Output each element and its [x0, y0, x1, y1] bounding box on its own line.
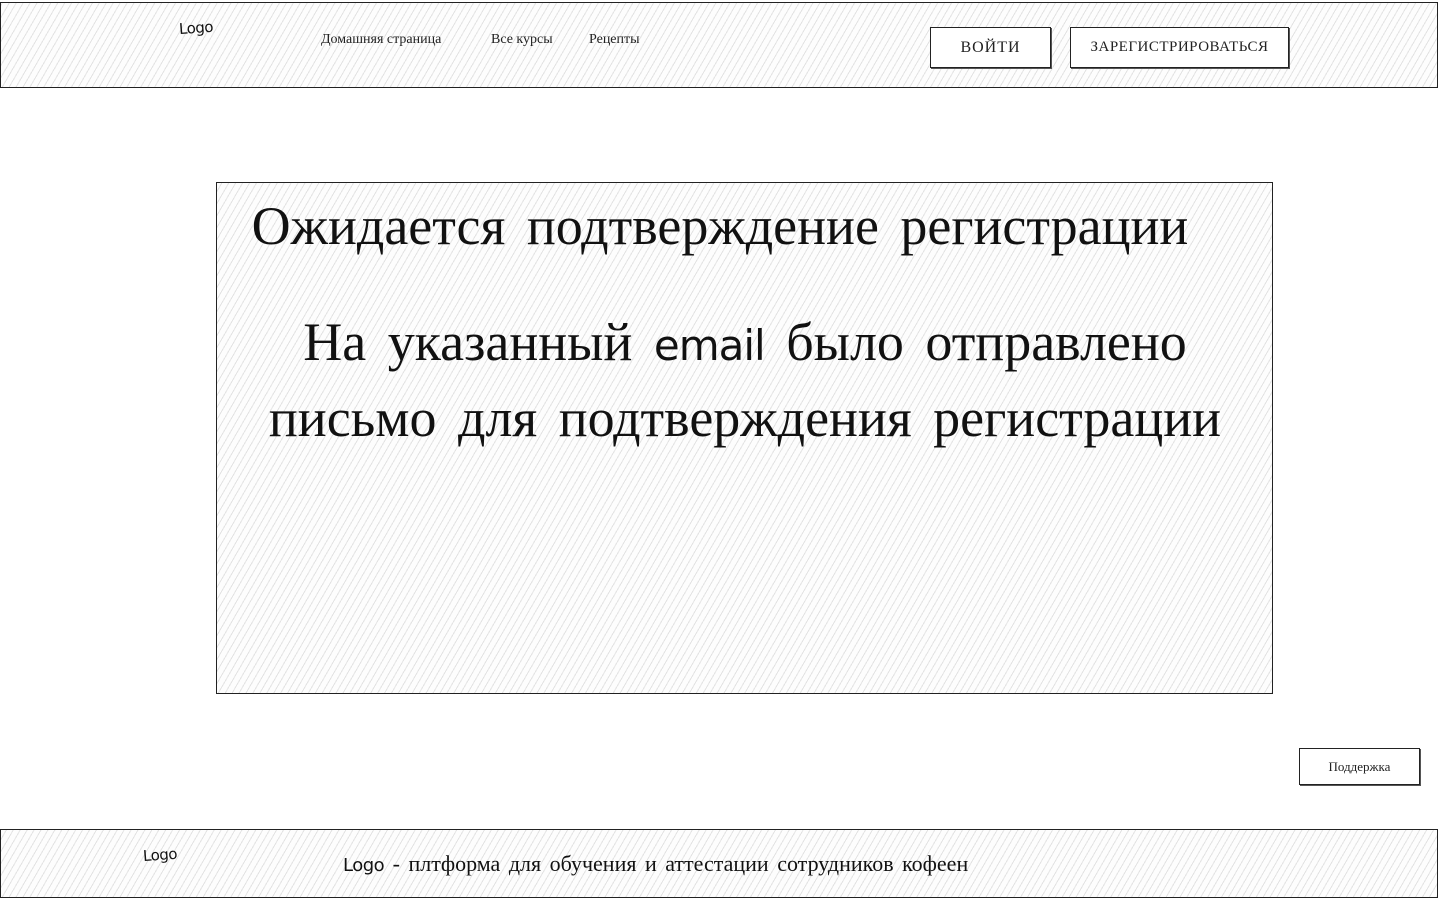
site-header: Logo Домашняя страница Все курсы Рецепты… [0, 2, 1438, 88]
nav-link-recipes[interactable]: Рецепты [589, 32, 640, 48]
message-email-word: email [653, 321, 766, 370]
nav-link-all-courses[interactable]: Все курсы [491, 32, 553, 48]
nav-link-home[interactable]: Домашняя страница [321, 32, 441, 48]
site-footer: Logo Logo - плтформа для обучения и атте… [0, 829, 1438, 898]
support-button[interactable]: Поддержка [1299, 748, 1420, 785]
confirmation-message: На указанный email было отправлено письм… [260, 306, 1230, 454]
login-button[interactable]: ВОЙТИ [930, 27, 1051, 68]
register-button[interactable]: ЗАРЕГИСТРИРОВАТЬСЯ [1070, 27, 1289, 68]
footer-logo[interactable]: Logo [142, 845, 177, 865]
header-logo[interactable]: Logo [178, 18, 213, 38]
footer-description: Logo - плтформа для обучения и аттестаци… [343, 851, 968, 877]
page-title: Ожидается подтверждение регистрации [251, 196, 1189, 256]
message-text-before: На указанный [303, 312, 654, 372]
footer-inline-logo: Logo [343, 855, 385, 876]
footer-description-text: - плтформа для обучения и аттестации сот… [384, 851, 969, 876]
